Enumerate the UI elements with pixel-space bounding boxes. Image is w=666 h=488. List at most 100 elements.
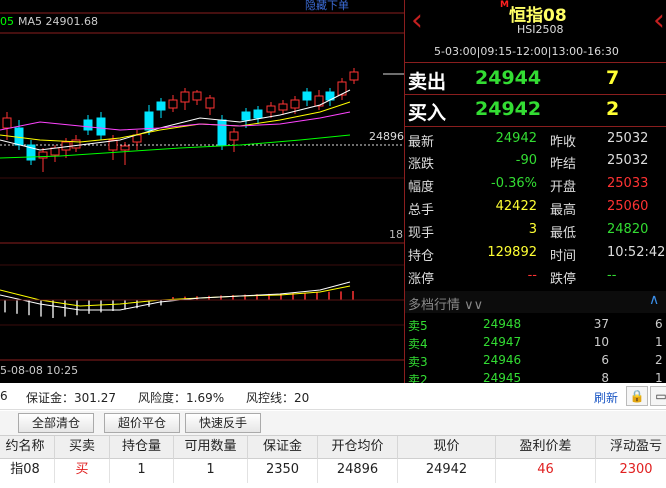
candle-up (2, 117, 12, 129)
buy-row[interactable]: 买入 24942 2 (405, 95, 666, 125)
depth-price: 24946 (483, 353, 522, 367)
stats-row: 涨跌 -90 昨结 25032 (405, 150, 666, 172)
next-contract-icon[interactable]: ‹ (653, 6, 665, 36)
quote-header: ‹ ‹ M 恒指08 HSI2508 5-03:00|09:15-12:00|1… (405, 0, 666, 62)
candle-up (168, 99, 178, 109)
stat-label: 涨跌 (408, 157, 435, 172)
cell-side: 买 (55, 459, 110, 483)
depth-qty: 10 (593, 335, 609, 349)
hide-order-link[interactable]: 隐藏下单 (305, 0, 349, 13)
depth-qty: 8 (601, 371, 609, 383)
candle-up (50, 147, 60, 156)
prev-contract-icon[interactable]: ‹ (411, 6, 423, 36)
candle-up (180, 91, 190, 103)
cell-avail: 1 (174, 459, 248, 483)
stat-value: 129892 (487, 245, 537, 260)
col-header-side[interactable]: 买卖 (55, 436, 110, 460)
stat-value: 25033 (607, 176, 649, 191)
stat-value: 24942 (495, 131, 537, 146)
stats-row: 现手 3 最低 24820 (405, 219, 666, 241)
contract-code: HSI2508 (517, 23, 564, 36)
candle-down (144, 111, 154, 131)
ma-legend-left: 05 (0, 15, 14, 28)
depth-level: 卖4 (408, 337, 428, 351)
candle-down (241, 111, 251, 121)
col-header-avg[interactable]: 开仓均价 (318, 436, 398, 460)
super-price-close-button[interactable]: 超价平仓 (104, 413, 180, 433)
sell-row[interactable]: 卖出 24944 7 (405, 64, 666, 94)
buy-price: 24942 (475, 98, 542, 120)
col-header-qty[interactable]: 持仓量 (110, 436, 174, 460)
candle-down (96, 117, 106, 136)
depth-price: 24948 (483, 317, 522, 331)
lock-icon[interactable]: 🔒 (626, 386, 648, 406)
divider (405, 62, 666, 63)
candle-down (14, 127, 24, 146)
candle-up (266, 105, 276, 113)
table-row[interactable]: 指08 买 1 1 2350 24896 24942 46 2300 (0, 459, 666, 483)
col-header-price[interactable]: 现价 (398, 436, 496, 460)
collapse-up-icon[interactable]: ∧ (649, 292, 659, 308)
candle-up (205, 97, 215, 109)
stats-row: 持仓 129892 时间 10:52:42 (405, 242, 666, 264)
stat-value: 25060 (607, 199, 649, 214)
col-header-diff[interactable]: 盈利价差 (496, 436, 596, 460)
stat-label: 最高 (550, 203, 577, 218)
depth-row[interactable]: 卖2 24945 8 1 (405, 370, 666, 383)
fast-reverse-button[interactable]: 快速反手 (185, 413, 261, 433)
stat-value: 42422 (495, 199, 537, 214)
candle-down (253, 109, 263, 119)
trading-sessions: 5-03:00|09:15-12:00|13:00-16:30 (434, 45, 619, 58)
col-header-pnl[interactable]: 浮动盈亏 (596, 436, 666, 460)
sell-label: 卖出 (408, 71, 447, 93)
positions-header: 约名称 买卖 持仓量 可用数量 保证金 开仓均价 现价 盈利价差 浮动盈亏 (0, 435, 666, 460)
close-all-button[interactable]: 全部清仓 (18, 413, 94, 433)
stat-label: 幅度 (408, 180, 435, 195)
stat-label: 昨结 (550, 157, 577, 172)
quote-panel: ‹ ‹ M 恒指08 HSI2508 5-03:00|09:15-12:00|1… (404, 0, 666, 383)
cell-price: 24942 (398, 459, 496, 483)
ma5-legend: MA5 24901.68 (18, 15, 98, 28)
ma-legend: 05 MA5 24901.68 (0, 15, 98, 28)
cell-qty: 1 (110, 459, 174, 483)
col-header-avail[interactable]: 可用数量 (174, 436, 248, 460)
margin-info: 保证金：301.27 (26, 391, 116, 405)
col-header-margin[interactable]: 保证金 (248, 436, 318, 460)
status-left-num: 6 (0, 389, 8, 403)
stat-label: 现手 (408, 226, 435, 241)
candle-up (290, 99, 300, 109)
sell-price: 24944 (475, 67, 542, 89)
dif-line (0, 281, 351, 311)
kline-chart-area[interactable]: 05 MA5 24901.68 隐藏下单 24896 18 5-08-08 10:… (0, 0, 404, 383)
stats-row: 涨停 -- 跌停 -- (405, 265, 666, 287)
stat-label: 最低 (550, 226, 577, 241)
depth-header[interactable]: 多档行情 ∨∨ ∧ (405, 291, 666, 313)
stat-value: -- (607, 268, 617, 283)
stat-value: -0.36% (491, 176, 537, 191)
depth-row[interactable]: 卖4 24947 10 1 (405, 334, 666, 351)
candle-up (229, 131, 239, 141)
layout-toggle-icon[interactable]: ▭ (650, 386, 666, 406)
depth-price: 24947 (483, 335, 522, 349)
stat-label: 总手 (408, 203, 435, 218)
stat-value: -90 (515, 153, 537, 168)
refresh-link[interactable]: 刷新 (594, 389, 618, 406)
stat-label: 持仓 (408, 249, 435, 264)
trade-panel: 6 保证金：301.27 风险度：1.69% 风控线：20 刷新 🔒 ▭ 全部清… (0, 383, 666, 488)
risk-info: 风险度：1.69% (138, 391, 225, 405)
depth-level: 卖3 (408, 355, 428, 369)
depth-row[interactable]: 卖5 24948 37 6 (405, 316, 666, 333)
sell-qty: 7 (606, 67, 620, 89)
depth-row[interactable]: 卖3 24946 6 2 (405, 352, 666, 369)
depth-level: 卖5 (408, 319, 428, 333)
candle-down (156, 101, 166, 111)
candle-up (192, 91, 202, 101)
buy-qty: 2 (606, 98, 620, 120)
depth-price: 24945 (483, 371, 522, 383)
stat-value: 25032 (607, 153, 649, 168)
stat-label: 最新 (408, 135, 435, 150)
stat-label: 时间 (550, 249, 577, 264)
depth-title: 多档行情 ∨∨ (408, 298, 484, 313)
kline-chart[interactable] (0, 0, 404, 383)
col-header-name[interactable]: 约名称 (0, 436, 55, 460)
